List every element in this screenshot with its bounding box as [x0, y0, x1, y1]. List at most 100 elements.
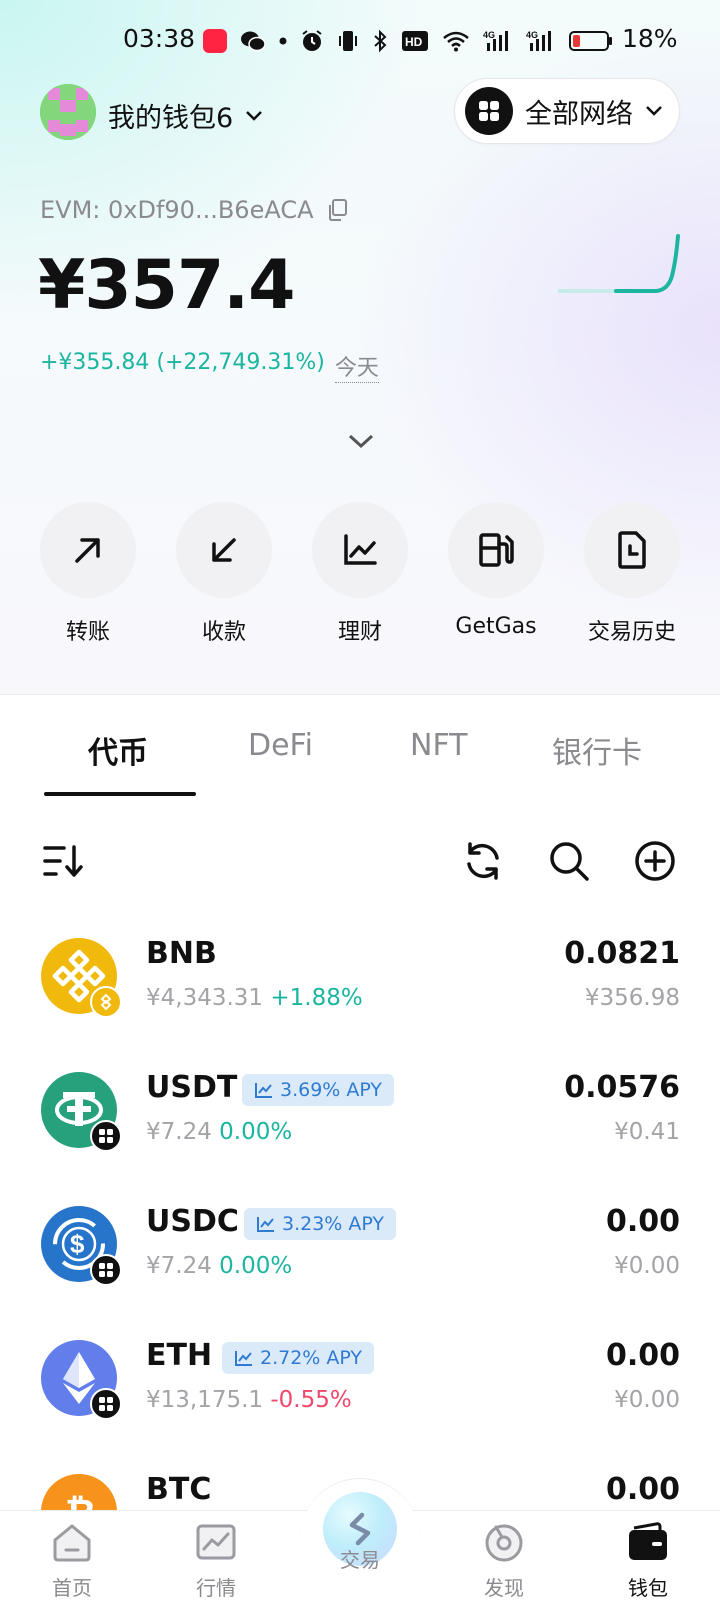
apy-text: 3.69% APY	[280, 1079, 383, 1101]
status-time: 03:38	[123, 24, 196, 53]
dot-icon	[279, 37, 287, 45]
search-icon[interactable]	[548, 840, 590, 882]
token-price: ¥13,175.1	[146, 1387, 264, 1413]
token-amount: 0.00	[605, 1338, 680, 1373]
nav-trade[interactable]: 交易	[310, 1544, 410, 1573]
token-price: ¥4,343.31	[146, 985, 264, 1011]
btc-icon: ₿	[41, 1474, 117, 1510]
token-amount: 0.00	[605, 1204, 680, 1239]
apy-badge[interactable]: 3.69% APY	[242, 1074, 395, 1106]
wallet-address: EVM: 0xDf90...B6eACA	[40, 196, 348, 224]
avatar[interactable]	[40, 84, 96, 140]
multichain-badge-icon	[90, 1388, 122, 1420]
token-change: 0.00%	[219, 1119, 293, 1145]
network-selector[interactable]: 全部网络	[454, 78, 680, 144]
token-symbol: USDC	[146, 1204, 239, 1239]
token-price-line: ¥7.24 0.00%	[146, 1253, 292, 1279]
nav-label: 交易	[340, 1548, 380, 1572]
action-label: 转账	[65, 620, 110, 645]
battery-icon	[569, 31, 612, 51]
apy-text: 3.23% APY	[282, 1213, 385, 1235]
token-amount: 0.0576	[564, 1070, 680, 1105]
svg-text:4G: 4G	[526, 30, 538, 40]
token-amount: 0.0821	[564, 936, 680, 971]
token-row-usdc[interactable]: $ USDC 3.23% APY ¥7.24 0.00% 0.00 ¥0.00	[0, 1198, 720, 1318]
battery-percent: 18%	[622, 24, 678, 53]
action-history[interactable]: 交易历史	[584, 502, 680, 646]
alarm-icon	[302, 30, 322, 51]
expand-chevron-icon[interactable]	[347, 432, 375, 450]
change-value: +¥355.84 (+22,749.31%)	[40, 350, 325, 375]
wallet-name: 我的钱包6	[108, 103, 234, 134]
action-getgas[interactable]: GetGas	[448, 502, 544, 639]
sort-icon[interactable]	[42, 840, 84, 882]
nav-label: 钱包	[628, 1576, 668, 1600]
token-price: ¥7.24	[146, 1119, 212, 1145]
signal-4g-icon: 4G	[526, 30, 551, 51]
multichain-badge-icon	[90, 1254, 122, 1286]
token-symbol: BNB	[146, 936, 217, 971]
token-value: ¥0.00	[614, 1253, 680, 1279]
home-icon	[53, 1524, 91, 1562]
apy-badge[interactable]: 3.23% APY	[244, 1208, 397, 1240]
token-price-line: ¥4,343.31 +1.88%	[146, 985, 363, 1011]
wallet-selector[interactable]: 我的钱包6	[108, 96, 263, 135]
arrow-up-right-icon	[40, 502, 136, 598]
nav-discover[interactable]: 发现	[454, 1520, 554, 1601]
hd-icon: HD	[402, 31, 428, 51]
action-label: GetGas	[455, 614, 537, 639]
nav-wallet[interactable]: 钱包	[598, 1520, 698, 1601]
nav-label: 行情	[196, 1576, 236, 1600]
xiaohongshu-icon	[203, 29, 227, 53]
action-label: 理财	[337, 620, 382, 645]
tab-defi[interactable]: DeFi	[248, 728, 313, 763]
nav-market[interactable]: 行情	[166, 1520, 266, 1601]
copy-icon[interactable]	[326, 198, 348, 222]
trend-icon	[235, 1351, 252, 1366]
token-value: ¥356.98	[584, 985, 680, 1011]
nav-home[interactable]: 首页	[22, 1520, 122, 1601]
apy-badge[interactable]: 2.72% APY	[222, 1342, 375, 1374]
discover-icon	[485, 1524, 523, 1562]
tab-underline	[44, 792, 196, 796]
tab-bank-card[interactable]: 银行卡	[552, 728, 642, 772]
chart-line-icon	[312, 502, 408, 598]
token-change: +1.88%	[270, 985, 363, 1011]
token-symbol: ETH	[146, 1338, 213, 1373]
wechat-icon	[241, 31, 266, 52]
nav-label: 发现	[484, 1576, 524, 1600]
action-label: 收款	[201, 620, 246, 645]
token-change: -0.55%	[270, 1387, 352, 1413]
tab-tokens[interactable]: 代币	[88, 728, 148, 772]
status-icons: HD 4G 4G	[203, 26, 613, 56]
token-symbol: BTC	[146, 1472, 212, 1507]
history-doc-icon	[584, 502, 680, 598]
chevron-down-icon	[646, 106, 662, 116]
trend-icon	[257, 1217, 274, 1232]
change-period[interactable]: 今天	[334, 350, 379, 383]
add-token-icon[interactable]	[634, 840, 676, 882]
wallet-icon	[629, 1522, 667, 1560]
bluetooth-icon	[374, 29, 387, 53]
market-chart-icon	[196, 1524, 236, 1560]
action-transfer[interactable]: 转账	[40, 502, 136, 646]
token-price-line: ¥7.24 0.00%	[146, 1119, 292, 1145]
address-text: EVM: 0xDf90...B6eACA	[40, 196, 314, 224]
action-receive[interactable]: 收款	[176, 502, 272, 646]
gas-pump-icon	[448, 502, 544, 598]
token-row-bnb[interactable]: BNB ¥4,343.31 +1.88% 0.0821 ¥356.98	[0, 930, 720, 1050]
section-divider	[0, 694, 720, 695]
token-row-usdt[interactable]: USDT 3.69% APY ¥7.24 0.00% 0.0576 ¥0.41	[0, 1064, 720, 1184]
tab-nft[interactable]: NFT	[410, 728, 468, 763]
action-earn[interactable]: 理财	[312, 502, 408, 646]
signal-4g-icon: 4G	[483, 30, 508, 51]
token-price: ¥7.24	[146, 1253, 212, 1279]
token-row-eth[interactable]: ETH 2.72% APY ¥13,175.1 -0.55% 0.00 ¥0.0…	[0, 1332, 720, 1452]
trend-icon	[255, 1083, 272, 1098]
balance-sparkline	[558, 234, 680, 293]
token-value: ¥0.41	[614, 1119, 680, 1145]
balance-change: +¥355.84 (+22,749.31%) 今天	[40, 350, 379, 383]
refresh-icon[interactable]	[462, 840, 504, 882]
chevron-down-icon	[246, 110, 263, 121]
action-label: 交易历史	[587, 620, 676, 645]
